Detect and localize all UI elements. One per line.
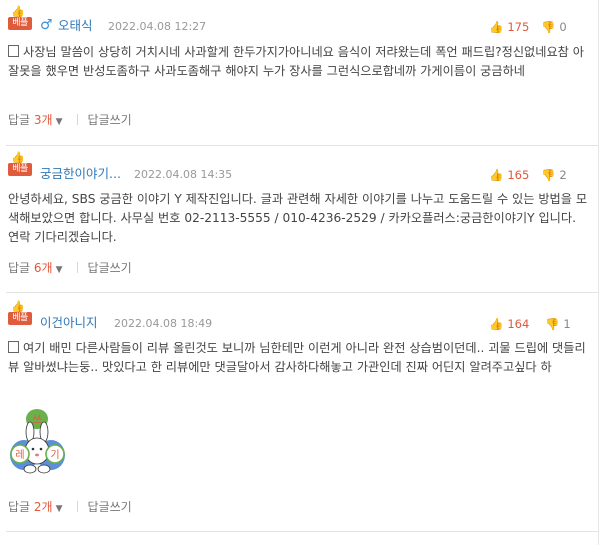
reply-toggle[interactable]: 답글 2개 ▼ bbox=[8, 500, 63, 514]
dislike-button[interactable]: 👎 1 bbox=[545, 316, 571, 332]
comment-body: 사장님 말씀이 상당히 거치시네 사과할게 한두가지가아니네요 음식이 저랴왔는… bbox=[8, 43, 588, 81]
dislike-button[interactable]: 👎 0 bbox=[541, 19, 567, 35]
caret-down-icon: ▼ bbox=[55, 265, 63, 275]
reply-label: 답글 bbox=[8, 113, 31, 127]
document-icon bbox=[8, 341, 19, 353]
divider bbox=[76, 114, 78, 125]
comment-item: 👍 베플 이건아니지 2022.04.08 18:49 👍 164 👎 1 여기 배… bbox=[0, 293, 598, 531]
comment-body: 안녕하세요, SBS 궁금한 이야기 Y 제작진입니다. 글과 관련해 자세한 … bbox=[8, 190, 588, 247]
reply-count: 2개 bbox=[33, 500, 53, 514]
male-icon: ♂ bbox=[40, 17, 53, 33]
comment-divider bbox=[6, 531, 598, 532]
bunny-sticker-icon: 쓰 레 기 bbox=[10, 409, 65, 474]
write-reply-link[interactable]: 답글쓰기 bbox=[88, 500, 132, 514]
divider bbox=[76, 262, 78, 273]
thumbs-up-icon: 👍 bbox=[489, 20, 504, 34]
comment-text: 안녕하세요, SBS 궁금한 이야기 Y 제작진입니다. 글과 관련해 자세한 … bbox=[8, 192, 588, 244]
thumbs-up-icon: 👍 bbox=[489, 317, 504, 331]
write-reply-link[interactable]: 답글쓰기 bbox=[88, 113, 132, 127]
thumbs-up-icon: 👍 bbox=[489, 168, 504, 182]
reply-toggle[interactable]: 답글 3개 ▼ bbox=[8, 113, 63, 127]
like-button[interactable]: 👍 175 bbox=[489, 19, 529, 35]
like-button[interactable]: 👍 165 bbox=[489, 167, 529, 183]
sticker-text-1: 쓰 bbox=[32, 413, 42, 426]
dislike-button[interactable]: 👎 2 bbox=[541, 167, 567, 183]
dislike-count: 0 bbox=[559, 20, 567, 34]
like-count: 164 bbox=[507, 317, 530, 331]
thumbs-down-icon: 👎 bbox=[541, 168, 556, 182]
document-icon bbox=[8, 45, 19, 57]
like-count: 175 bbox=[507, 20, 530, 34]
write-reply-link[interactable]: 답글쓰기 bbox=[88, 261, 132, 275]
caret-down-icon: ▼ bbox=[55, 504, 63, 514]
reply-count: 3개 bbox=[33, 113, 53, 127]
dislike-count: 2 bbox=[559, 168, 567, 182]
right-border bbox=[598, 0, 599, 545]
best-badge-icon: 👍 베플 bbox=[8, 301, 32, 327]
nickname-link[interactable]: 이건아니지 bbox=[40, 315, 98, 331]
divider bbox=[76, 501, 78, 512]
comment-item: 👍 베플 ♂ 오태식 2022.04.08 12:27 👍 175 👎 0 사장님 … bbox=[0, 0, 598, 145]
comment-date: 2022.04.08 18:49 bbox=[114, 317, 213, 330]
reply-count: 6개 bbox=[33, 261, 53, 275]
svg-text:레: 레 bbox=[15, 449, 24, 461]
best-badge-label: 베플 bbox=[8, 17, 32, 30]
nickname-link[interactable]: 오태식 bbox=[58, 18, 93, 34]
comment-body: 여기 배민 다른사람들이 리뷰 올린것도 보니까 님한테만 이런게 아니라 완전… bbox=[8, 339, 588, 377]
reply-label: 답글 bbox=[8, 261, 31, 275]
comment-footer: 답글 2개 ▼ 답글쓰기 bbox=[8, 499, 132, 517]
thumbs-down-icon: 👎 bbox=[541, 20, 556, 34]
comment-footer: 답글 3개 ▼ 답글쓰기 bbox=[8, 112, 132, 130]
like-count: 165 bbox=[507, 168, 530, 182]
comment-text: 사장님 말씀이 상당히 거치시네 사과할게 한두가지가아니네요 음식이 저랴왔는… bbox=[8, 45, 584, 78]
best-badge-icon: 👍 베플 bbox=[8, 152, 32, 178]
best-badge-icon: 👍 베플 bbox=[8, 6, 32, 32]
comment-footer: 답글 6개 ▼ 답글쓰기 bbox=[8, 260, 132, 278]
comment-date: 2022.04.08 14:35 bbox=[134, 168, 233, 181]
thumbs-down-icon: 👎 bbox=[545, 317, 560, 331]
like-button[interactable]: 👍 164 bbox=[489, 316, 529, 332]
comment-date: 2022.04.08 12:27 bbox=[108, 20, 207, 33]
best-badge-label: 베플 bbox=[8, 312, 32, 325]
caret-down-icon: ▼ bbox=[55, 117, 63, 127]
reply-label: 답글 bbox=[8, 500, 31, 514]
svg-text:기: 기 bbox=[50, 449, 59, 461]
comment-text: 여기 배민 다른사람들이 리뷰 올린것도 보니까 님한테만 이런게 아니라 완전… bbox=[8, 341, 586, 374]
nickname-link[interactable]: 궁금한이야기... bbox=[40, 166, 121, 182]
best-badge-label: 베플 bbox=[8, 163, 32, 176]
dislike-count: 1 bbox=[563, 317, 571, 331]
comment-item: 👍 베플 궁금한이야기... 2022.04.08 14:35 👍 165 👎 2 … bbox=[0, 146, 598, 292]
reply-toggle[interactable]: 답글 6개 ▼ bbox=[8, 261, 63, 275]
